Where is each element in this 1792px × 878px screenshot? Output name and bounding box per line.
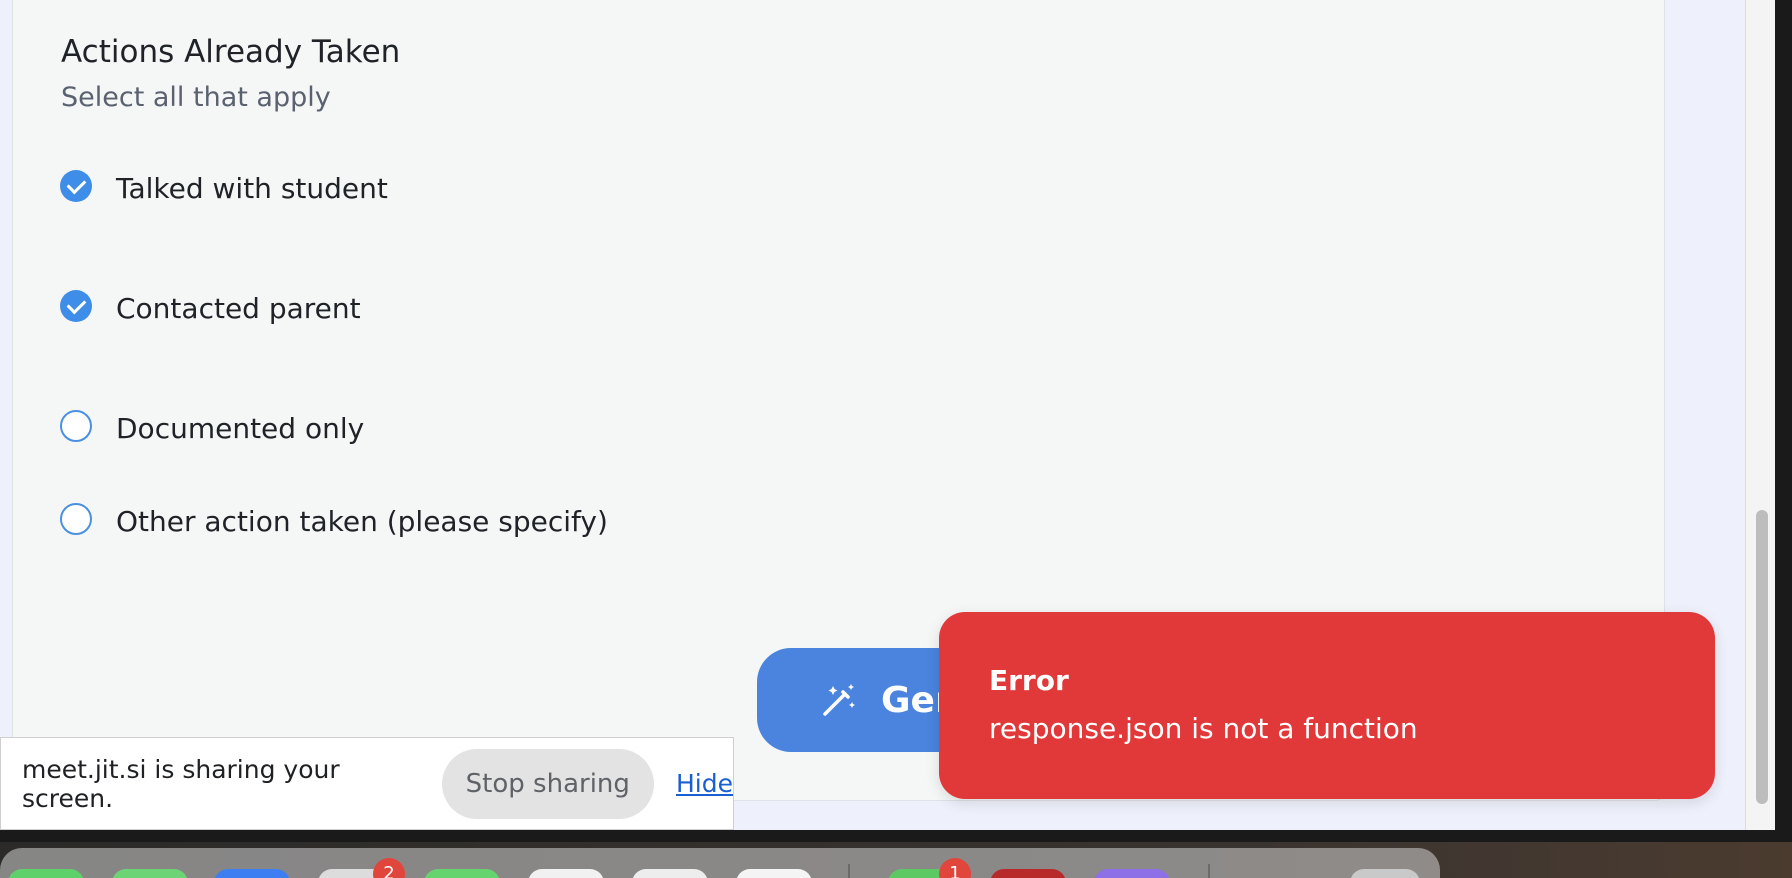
option-label: Other action taken (please specify): [116, 505, 608, 538]
dock-separator: [1208, 864, 1210, 878]
scrollbar-thumb[interactable]: [1756, 510, 1768, 804]
option-other-action[interactable]: Other action taken (please specify): [60, 499, 608, 538]
option-label: Talked with student: [116, 172, 388, 205]
toast-title: Error: [989, 664, 1069, 697]
section-subtitle: Select all that apply: [61, 82, 331, 113]
dock-app-icon[interactable]: [736, 869, 812, 878]
checkbox-checked-icon[interactable]: [60, 169, 92, 202]
dock-app-icon[interactable]: [1094, 869, 1170, 878]
option-contacted-parent[interactable]: Contacted parent: [60, 286, 361, 325]
dock-app-icon[interactable]: [632, 869, 708, 878]
share-status-text: meet.jit.si is sharing your screen.: [22, 754, 340, 813]
hide-link[interactable]: Hide: [676, 769, 733, 798]
dock-separator: [848, 864, 850, 878]
dock-app-icon[interactable]: [8, 869, 84, 878]
scrollbar[interactable]: [1745, 0, 1776, 830]
option-label: Contacted parent: [116, 292, 361, 325]
window-frame-right: [1775, 0, 1792, 878]
trash-icon[interactable]: [1350, 869, 1420, 878]
error-toast[interactable]: Error response.json is not a function: [939, 612, 1715, 799]
checkbox-unchecked-icon[interactable]: [60, 502, 92, 535]
checkbox-unchecked-icon[interactable]: [60, 409, 92, 442]
section-title: Actions Already Taken: [61, 34, 401, 70]
stop-sharing-button[interactable]: Stop sharing: [441, 748, 654, 819]
screen: Actions Already Taken Select all that ap…: [0, 0, 1792, 878]
dock-app-icon[interactable]: [214, 869, 290, 878]
option-label: Documented only: [116, 412, 365, 445]
dock-app-icon[interactable]: [990, 869, 1066, 878]
screen-share-bar: meet.jit.si is sharing your screen. Stop…: [0, 737, 734, 830]
checkbox-checked-icon[interactable]: [60, 289, 92, 322]
option-talked-with-student[interactable]: Talked with student: [60, 166, 388, 205]
option-documented-only[interactable]: Documented only: [60, 406, 364, 445]
magic-wand-icon: [823, 684, 855, 716]
dock-app-icon[interactable]: [424, 869, 500, 878]
dock-app-icon[interactable]: [528, 869, 604, 878]
window-frame-bottom: [0, 830, 1792, 842]
dock-app-icon[interactable]: [112, 869, 188, 878]
toast-message: response.json is not a function: [989, 712, 1418, 745]
